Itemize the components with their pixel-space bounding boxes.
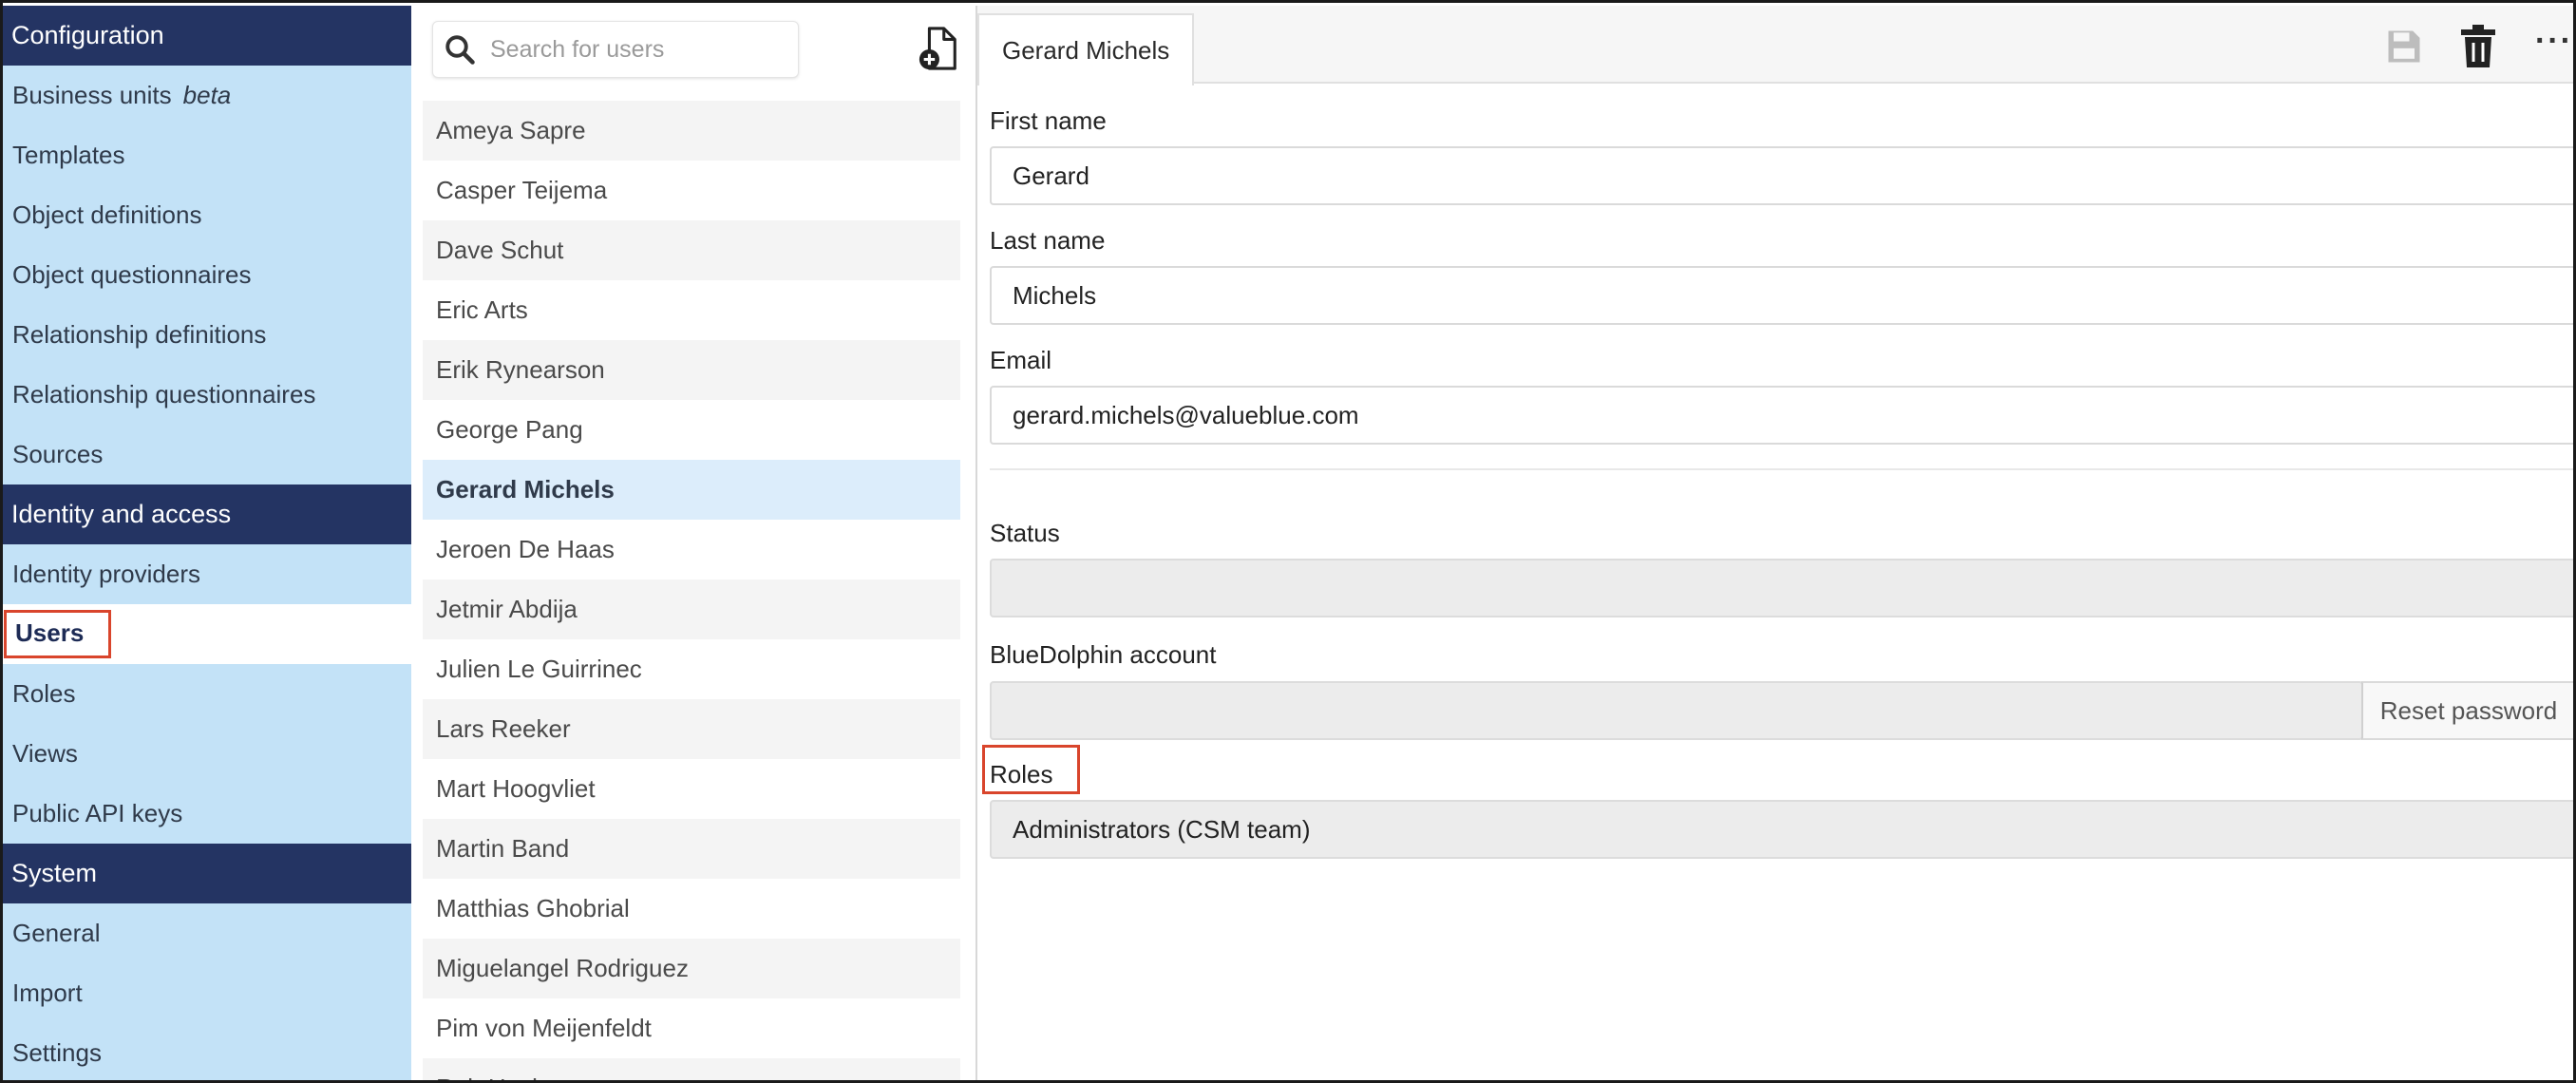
sidebar-item-label: Identity providers [12, 560, 200, 588]
first-name-field[interactable] [990, 146, 2573, 205]
sidebar-item-label: Relationship definitions [12, 320, 267, 349]
user-list-item[interactable]: Miguelangel Rodriguez [423, 939, 960, 998]
sidebar-section-system: System [3, 844, 411, 903]
beta-tag: beta [182, 81, 232, 109]
sidebar-item-views[interactable]: Views [3, 724, 411, 784]
roles-label: Roles [990, 760, 1053, 788]
trash-icon[interactable] [2459, 23, 2497, 70]
email-label: Email [990, 346, 1052, 374]
status-label: Status [990, 519, 1060, 547]
user-list-item[interactable]: Erik Rynearson [423, 340, 960, 400]
sidebar-item-label: Sources [12, 440, 104, 468]
sidebar-item-relationship-definitions[interactable]: Relationship definitions [3, 305, 411, 365]
users-panel: Ameya SapreCasper TeijemaDave SchutEric … [411, 6, 977, 1080]
add-user-icon[interactable] [917, 25, 960, 72]
reset-password-button[interactable]: Reset password [2361, 681, 2573, 740]
user-list-item[interactable]: Julien Le Guirrinec [423, 639, 960, 699]
user-list: Ameya Sapre Casper Teijema Dave Schut Eric … [423, 101, 960, 1080]
admin-sidebar: Configuration Business units beta Templates… [3, 6, 411, 1080]
sidebar-item-object-questionnaires[interactable]: Object questionnaires [3, 245, 411, 305]
account-label: BlueDolphin account [990, 640, 1217, 669]
user-list-item[interactable]: Gerard Michels [423, 460, 960, 520]
sidebar-item-label: Object definitions [12, 200, 202, 229]
sidebar-item-label: Settings [12, 1038, 102, 1067]
sidebar-item-users[interactable]: Users [3, 604, 411, 664]
sidebar-item-general[interactable]: General [3, 903, 411, 963]
sidebar-section-configuration: Configuration [3, 6, 411, 66]
detail-header: Gerard Michels ··· [977, 6, 2573, 86]
user-list-item[interactable]: Lars Reeker [423, 699, 960, 759]
users-highlight: Users [4, 610, 112, 658]
section-divider [990, 468, 2573, 470]
sidebar-item-settings[interactable]: Settings [3, 1023, 411, 1080]
tab-user[interactable]: Gerard Michels [977, 13, 1195, 86]
roles-field[interactable]: Administrators (CSM team) [990, 800, 2573, 859]
sidebar-item-relationship-questionnaires[interactable]: Relationship questionnaires [3, 365, 411, 425]
first-name-label: First name [990, 106, 1107, 135]
sidebar-item-roles[interactable]: Roles [3, 664, 411, 724]
last-name-field[interactable] [990, 266, 2573, 325]
search-box[interactable] [432, 21, 799, 78]
sidebar-item-label: Object questionnaires [12, 260, 252, 289]
user-list-item[interactable]: Pim von Meijenfeldt [423, 998, 960, 1058]
more-options-icon[interactable]: ··· [2535, 23, 2573, 70]
user-list-item[interactable]: Mart Hoogvliet [423, 759, 960, 819]
user-list-item[interactable]: Eric Arts [423, 280, 960, 340]
sidebar-item-templates[interactable]: Templates [3, 125, 411, 185]
user-list-item[interactable]: Matthias Ghobrial [423, 879, 960, 939]
sidebar-item-label: Public API keys [12, 799, 183, 827]
sidebar-item-label: Views [12, 739, 78, 768]
sidebar-item-label: Roles [12, 679, 76, 708]
account-field [990, 681, 2363, 740]
sidebar-section-identity-and-access: Identity and access [3, 484, 411, 544]
sidebar-item-business-units[interactable]: Business units beta [3, 66, 411, 125]
sidebar-item-identity-providers[interactable]: Identity providers [3, 544, 411, 604]
app-window: Configuration Business units beta Templates… [0, 0, 2576, 1083]
sidebar-item-label: Templates [12, 141, 125, 169]
user-list-item[interactable]: George Pang [423, 400, 960, 460]
sidebar-item-label: Import [12, 978, 83, 1007]
sidebar-item-import[interactable]: Import [3, 963, 411, 1023]
sidebar-item-label: General [12, 919, 101, 947]
email-field[interactable] [990, 386, 2573, 445]
user-list-item[interactable]: Rob Heslop [423, 1058, 960, 1080]
last-name-label: Last name [990, 226, 1106, 255]
user-list-item[interactable]: Martin Band [423, 819, 960, 879]
status-field [990, 559, 2573, 618]
user-list-item[interactable]: Dave Schut [423, 220, 960, 280]
user-list-item[interactable]: Casper Teijema [423, 161, 960, 220]
sidebar-item-object-definitions[interactable]: Object definitions [3, 185, 411, 245]
user-list-item[interactable]: Ameya Sapre [423, 101, 960, 161]
search-icon [445, 35, 475, 65]
sidebar-item-label: Relationship questionnaires [12, 380, 316, 408]
sidebar-item-public-api-keys[interactable]: Public API keys [3, 784, 411, 844]
sidebar-item-label: Business units [12, 81, 172, 109]
sidebar-item-sources[interactable]: Sources [3, 425, 411, 484]
user-list-item[interactable]: Jeroen De Haas [423, 520, 960, 580]
search-input[interactable] [490, 35, 785, 64]
save-icon[interactable] [2383, 23, 2425, 70]
sidebar-item-label: Users [15, 618, 85, 647]
user-detail-panel: Gerard Michels ··· First name Last name … [977, 6, 2573, 1080]
user-list-item[interactable]: Jetmir Abdija [423, 580, 960, 639]
